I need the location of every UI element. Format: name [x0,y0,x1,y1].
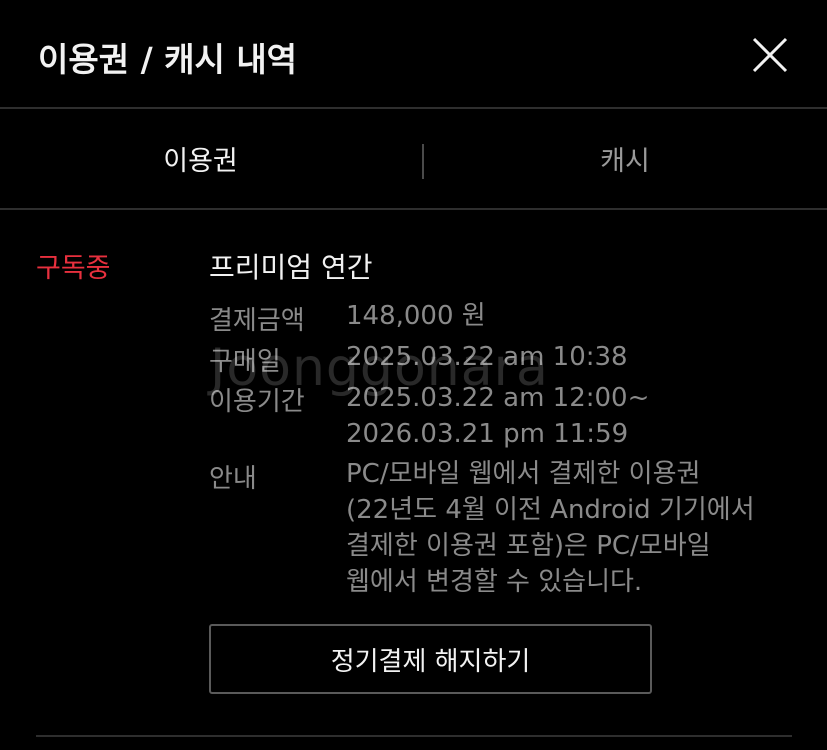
tab-bar: 이용권 캐시 [0,109,827,210]
plan-name: 프리미엄 연간 [209,251,373,284]
header-bar: 이용권 / 캐시 내역 [0,0,827,109]
subscription-status-label: 구독중 [36,253,111,284]
tab-cash[interactable]: 캐시 [423,109,827,208]
payment-amount-label: 결제금액 [209,306,305,336]
payment-amount-value: 148,000 원 [346,301,486,331]
tab-ticket[interactable]: 이용권 [0,109,413,208]
close-button[interactable] [752,37,788,73]
notice-line: 결제한 이용권 포함)은 PC/모바일 [346,531,711,561]
notice-line: PC/모바일 웹에서 결제한 이용권 [346,459,701,489]
close-icon[interactable] [752,37,788,73]
watermark: Joonggonara [210,338,549,398]
notice-line: 웹에서 변경할 수 있습니다. [346,567,643,597]
notice-label: 안내 [209,464,257,494]
usage-period-end: 2026.03.21 pm 11:59 [346,419,629,449]
notice-line: (22년도 4월 이전 Android 기기에서 [346,495,755,525]
page-title: 이용권 / 캐시 내역 [38,40,298,79]
divider [36,735,792,737]
cancel-subscription-button[interactable]: 정기결제 해지하기 [209,624,652,694]
